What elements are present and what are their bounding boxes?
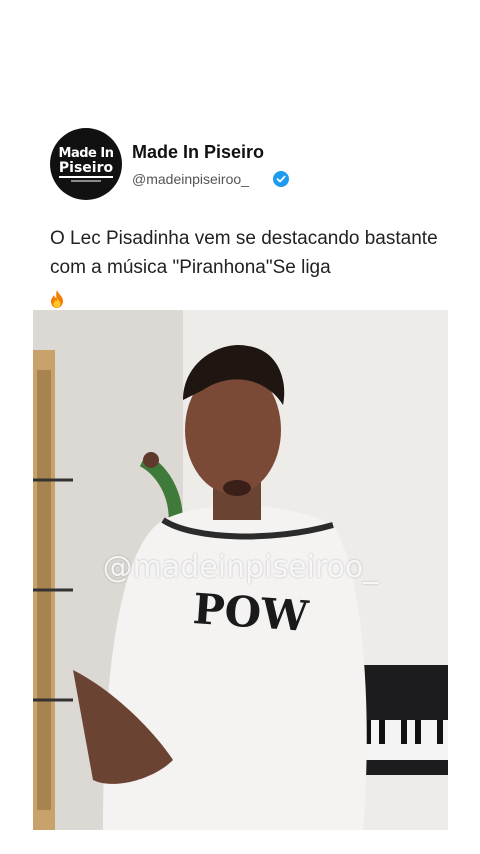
avatar[interactable]: Made In Piseiro [50,128,122,200]
avatar-logo-subtext: Piseiro [58,159,114,178]
video-watermark: @madeinpiseiroo_ [102,550,379,585]
post-video[interactable]: POW @madeinpiseiroo_ [33,310,448,830]
user-handle[interactable]: @madeinpiseiroo_ [132,171,249,187]
display-name[interactable]: Made In Piseiro [132,142,289,163]
avatar-logo-text: Made In [58,145,114,161]
verified-badge-icon [272,170,289,187]
post-body: O Lec Pisadinha vem se destacando bastan… [50,228,438,278]
avatar-logo-bar [71,179,101,182]
post-header: Made In Piseiro Made In Piseiro @madeinp… [50,128,289,200]
author-info: Made In Piseiro @madeinpiseiroo_ [132,142,289,187]
post-text: O Lec Pisadinha vem se destacando bastan… [50,224,450,311]
shirt-print-text: POW [191,584,310,641]
fire-icon [50,288,64,308]
